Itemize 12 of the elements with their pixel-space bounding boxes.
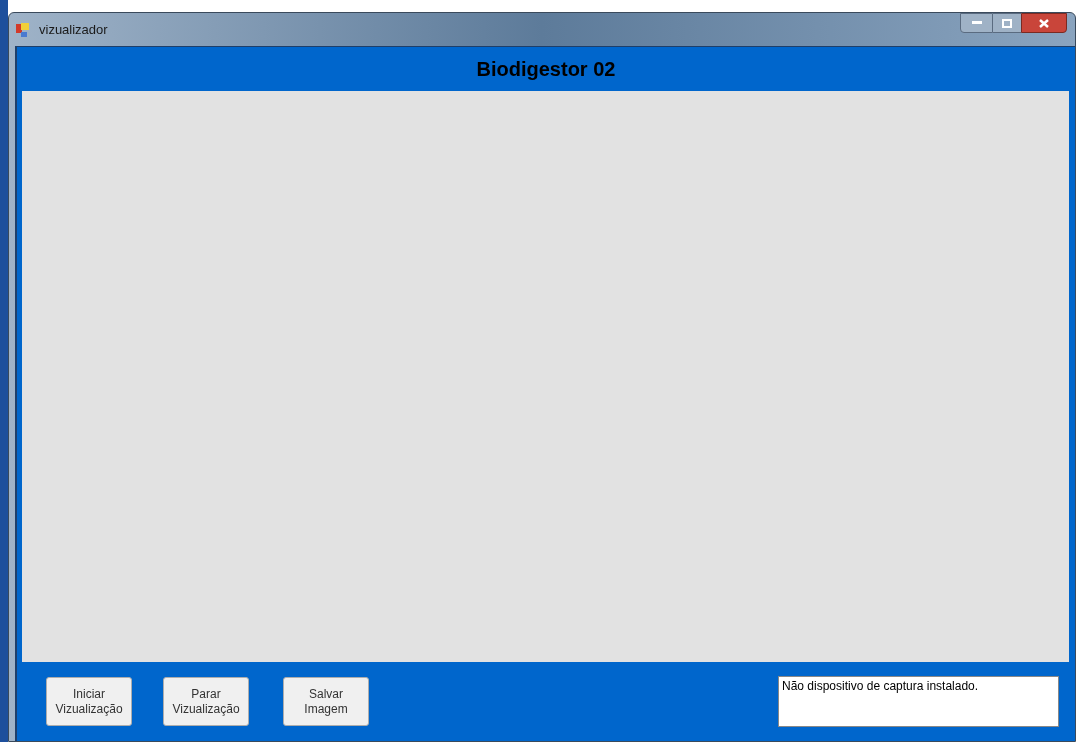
maximize-icon: [1002, 18, 1012, 28]
maximize-button[interactable]: [993, 13, 1021, 33]
action-button[interactable]: Salvar Imagem: [283, 677, 369, 726]
minimize-button[interactable]: [960, 13, 993, 33]
header-title: Biodigestor 02: [476, 57, 616, 82]
close-button[interactable]: [1021, 13, 1067, 33]
action-button[interactable]: Parar Vizualização: [163, 677, 249, 726]
action-button[interactable]: Iniciar Vizualização: [46, 677, 132, 726]
minimize-icon: [971, 21, 982, 25]
close-icon: [1039, 18, 1049, 28]
status-field[interactable]: Não dispositivo de captura instalado.: [778, 676, 1059, 727]
window-title: vizualizador: [39, 20, 108, 39]
